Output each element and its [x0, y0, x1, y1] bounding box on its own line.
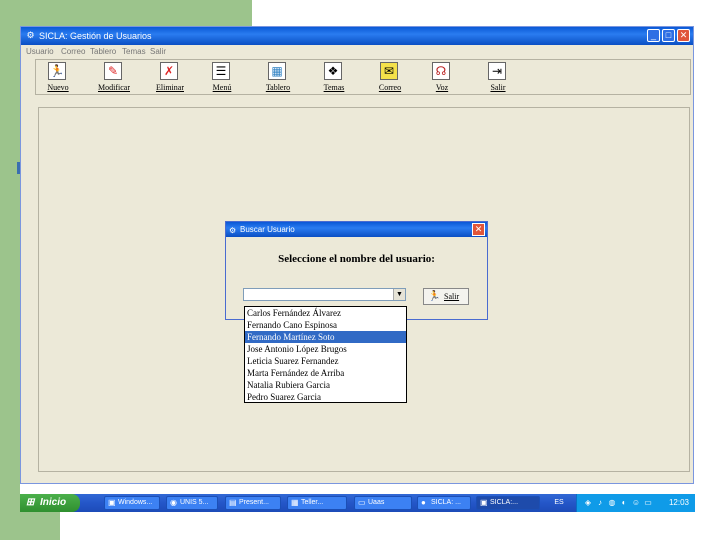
menu-icon: ☰	[212, 62, 230, 80]
app-icon: ▣	[480, 498, 488, 507]
toolbar-temas-button[interactable]: ❖ Temas	[312, 61, 356, 94]
taskbar-item-label: SICLA:...	[490, 499, 519, 506]
taskbar-item-sicla-2[interactable]: ▣ SICLA:...	[476, 496, 540, 510]
dialog-close-button[interactable]: ✕	[472, 223, 485, 236]
toolbar-modificar-button[interactable]: ✎ Modificar	[92, 61, 136, 94]
language-indicator[interactable]: ES	[548, 496, 570, 510]
voice-icon: ☊	[432, 62, 450, 80]
edge-marker	[17, 162, 20, 174]
tray-update-icon[interactable]: ◐	[619, 498, 629, 508]
board-icon: ▦	[268, 62, 286, 80]
toolbar-salir-button[interactable]: ⇥ Salir	[476, 61, 520, 94]
list-item[interactable]: Jose Antonio López Brugos	[245, 343, 406, 355]
taskbar-item-windows[interactable]: ▣ Windows...	[104, 496, 160, 510]
toolbar-label: Correo	[378, 83, 402, 92]
user-combobox[interactable]: ▼	[243, 288, 406, 301]
toolbar-voz-button[interactable]: ☊ Voz	[420, 61, 464, 94]
list-item[interactable]: Fernando Cano Espinosa	[245, 319, 406, 331]
taskbar: ⊞ Inicio ▣ Windows... ◉ UNIS 5... ▤ Pres…	[20, 494, 695, 512]
list-item[interactable]: Carlos Fernández Álvarez	[245, 307, 406, 319]
menu-bar: Usuario Correo Tablero Temas Salir	[21, 45, 693, 58]
toolbar-label: Nuevo	[47, 83, 69, 92]
toolbar-correo-button[interactable]: ✉ Correo	[368, 61, 412, 94]
browser-icon: ◉	[170, 498, 177, 507]
person-delete-icon: ✗	[160, 62, 178, 80]
clock: 12:03	[668, 498, 689, 507]
exit-icon: ⇥	[488, 62, 506, 80]
start-button[interactable]: ⊞ Inicio	[20, 494, 80, 512]
taskbar-item-label: Present...	[239, 499, 269, 506]
slide-green-bar-top	[0, 0, 252, 26]
folder-icon: ▭	[358, 498, 366, 507]
slide-green-bar-left	[0, 0, 20, 540]
menu-item-temas[interactable]: Temas	[122, 45, 146, 58]
tray-messenger-icon[interactable]: ☺	[631, 498, 641, 508]
window-icon: ▣	[108, 498, 116, 507]
start-label: Inicio	[40, 497, 67, 508]
taskbar-item-sicla-1[interactable]: ● SICLA: ...	[417, 496, 471, 510]
tray-security-icon[interactable]: ◍	[607, 498, 617, 508]
menu-item-correo[interactable]: Correo	[61, 45, 85, 58]
app-icon: ●	[421, 498, 426, 507]
taskbar-item-label: Teller...	[301, 499, 324, 506]
themes-icon: ❖	[324, 62, 342, 80]
salir-label: Salir	[444, 292, 460, 301]
list-item[interactable]: Pedro Suarez Garcia	[245, 391, 406, 403]
minimize-button[interactable]: _	[647, 29, 660, 42]
toolbar-menu-button[interactable]: ☰ Menú	[200, 61, 244, 94]
mail-icon: ✉	[380, 62, 398, 80]
taskbar-item-label: Windows...	[118, 499, 153, 506]
taskbar-item-unis[interactable]: ◉ UNIS 5...	[166, 496, 218, 510]
windows-logo-icon: ⊞	[26, 497, 35, 508]
menu-item-salir[interactable]: Salir	[150, 45, 166, 58]
close-button[interactable]: ✕	[677, 29, 690, 42]
chevron-down-icon[interactable]: ▼	[393, 289, 405, 300]
salir-button[interactable]: 🏃 Salir	[423, 288, 469, 305]
toolbar-label: Tablero	[265, 83, 291, 92]
document-icon: ▦	[291, 498, 299, 507]
system-tray: ◈ ♪ ◍ ◐ ☺ ▭ 12:03	[576, 494, 695, 512]
user-dropdown-list[interactable]: Carlos Fernández Álvarez Fernando Cano E…	[244, 306, 407, 403]
taskbar-item-teller[interactable]: ▦ Teller...	[287, 496, 347, 510]
toolbar: 🏃 Nuevo ✎ Modificar ✗ Eliminar ☰ Menú ▦ …	[35, 59, 691, 95]
exit-runner-icon: 🏃	[428, 291, 441, 302]
taskbar-item-label: Uaas	[368, 499, 385, 506]
toolbar-tablero-button[interactable]: ▦ Tablero	[256, 61, 300, 94]
toolbar-label: Salir	[490, 83, 506, 92]
slide-green-bar-bottom	[0, 512, 60, 540]
list-item[interactable]: Marta Fernández de Arriba	[245, 367, 406, 379]
person-edit-icon: ✎	[104, 62, 122, 80]
app-icon: ⚙	[229, 226, 237, 235]
window-title: SICLA: Gestión de Usuarios	[39, 31, 152, 41]
menu-item-tablero[interactable]: Tablero	[90, 45, 116, 58]
person-red-icon: 🏃	[48, 62, 66, 80]
menu-item-usuario[interactable]: Usuario	[26, 45, 54, 58]
window-titlebar[interactable]: ⚙ SICLA: Gestión de Usuarios _ □ ✕	[21, 27, 693, 45]
tray-monitor-icon[interactable]: ▭	[643, 498, 653, 508]
tray-volume-icon[interactable]: ♪	[595, 498, 605, 508]
toolbar-label: Temas	[323, 83, 345, 92]
list-item[interactable]: Natalia Rubiera Garcia	[245, 379, 406, 391]
toolbar-label: Menú	[212, 83, 232, 92]
toolbar-label: Modificar	[98, 83, 130, 92]
presentation-icon: ▤	[229, 498, 237, 507]
list-item-selected[interactable]: Fernando Martínez Soto	[245, 331, 406, 343]
dialog-title: Buscar Usuario	[240, 225, 295, 234]
dialog-titlebar[interactable]: ⚙ Buscar Usuario ✕	[226, 222, 487, 237]
app-icon: ⚙	[26, 30, 35, 40]
taskbar-item-present[interactable]: ▤ Present...	[225, 496, 281, 510]
taskbar-item-label: UNIS 5...	[180, 499, 209, 506]
toolbar-label: Voz	[435, 83, 449, 92]
toolbar-nuevo-button[interactable]: 🏃 Nuevo	[36, 61, 80, 94]
toolbar-label: Eliminar	[156, 83, 184, 92]
maximize-button[interactable]: □	[662, 29, 675, 42]
list-item[interactable]: Leticia Suarez Fernandez	[245, 355, 406, 367]
taskbar-item-label: SICLA: ...	[431, 499, 461, 506]
taskbar-item-uaas[interactable]: ▭ Uaas	[354, 496, 412, 510]
toolbar-eliminar-button[interactable]: ✗ Eliminar	[148, 61, 192, 94]
tray-network-icon[interactable]: ◈	[583, 498, 593, 508]
dialog-prompt: Seleccione el nombre del usuario:	[278, 253, 435, 265]
